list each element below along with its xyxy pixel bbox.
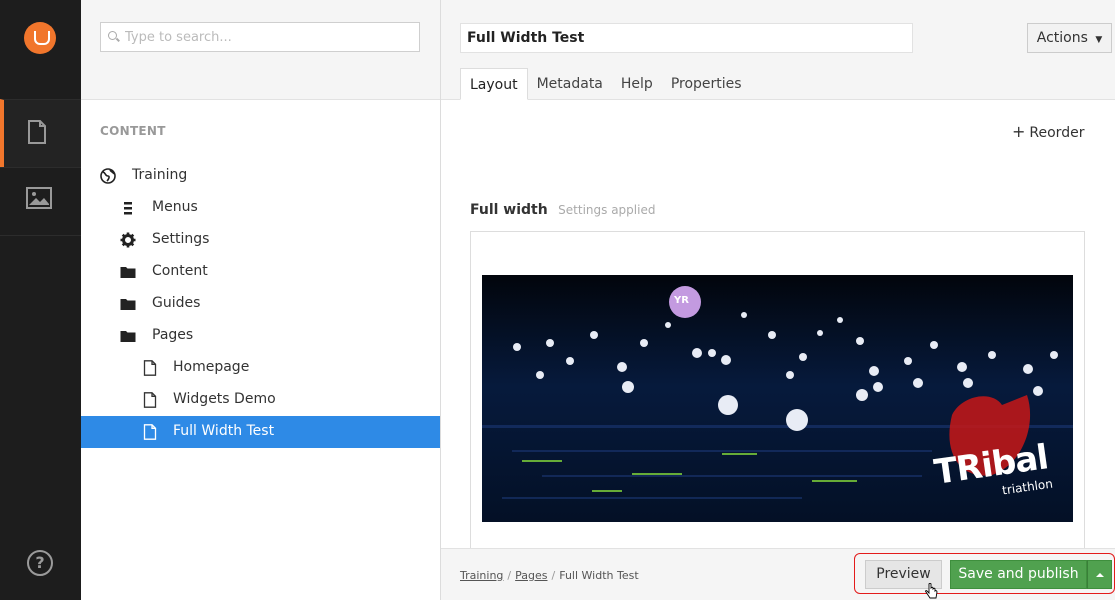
reorder-button[interactable]: + Reorder [1012,122,1084,141]
caret-down-icon: ▼ [1095,35,1103,45]
breadcrumb-pages[interactable]: Pages [515,569,547,582]
tree-node-label: Widgets Demo [173,391,276,407]
tree-node-label: Pages [152,327,194,343]
tree-node-label: Settings [152,231,210,247]
tree-node-content[interactable]: Content [81,256,440,288]
rail-media-button[interactable] [0,167,81,235]
tab-help[interactable]: Help [612,68,662,100]
tab-metadata[interactable]: Metadata [528,68,612,100]
tree-node-homepage[interactable]: Homepage [81,352,440,384]
tree-node-label: Training [132,167,188,183]
hand-cursor-icon [925,583,938,599]
editor-panel: Actions ▼ Layout Metadata Help Propertie… [441,0,1115,600]
section-label: CONTENT [100,124,166,138]
editor-header: Actions ▼ Layout Metadata Help Propertie… [441,0,1115,100]
breadcrumb-current: Full Width Test [559,569,639,582]
breadcrumb-separator: / [507,569,512,582]
full-width-row[interactable]: YR TRibal triathlon [470,231,1085,549]
folder-icon [120,299,136,310]
folder-icon [120,331,136,342]
buoy-logo: YR [674,295,689,306]
tree-node-label: Guides [152,295,201,311]
tree-node-label: Menus [152,199,198,215]
tree-node-label: Content [152,263,208,279]
section-rail: ? [0,0,81,600]
umbraco-logo-icon[interactable] [24,22,56,54]
document-icon [28,120,46,144]
page-name-input[interactable] [460,23,913,53]
image-icon [26,187,52,209]
tree-node-full-width-test[interactable]: Full Width Test [81,416,440,448]
tree-node-widgets-demo[interactable]: Widgets Demo [81,384,440,416]
tree-header [81,0,440,100]
rail-content-button[interactable] [0,99,81,167]
full-width-row-header: Full width Settings applied [470,202,655,218]
breadcrumb: Training / Pages / Full Width Test [460,569,639,582]
breadcrumb-training[interactable]: Training [460,569,503,582]
globe-icon [100,168,116,184]
tree-node-label: Homepage [173,359,250,375]
row-settings-note: Settings applied [558,203,656,217]
document-icon [143,392,157,408]
search-box[interactable] [100,22,420,52]
help-icon[interactable]: ? [27,550,53,576]
list-icon [124,202,132,215]
row-title: Full width [470,202,548,218]
editor-tabs: Layout Metadata Help Properties [460,68,751,100]
tree-node-menus[interactable]: Menus [81,192,440,224]
actions-label: Actions [1036,30,1088,46]
tab-layout[interactable]: Layout [460,68,528,100]
search-icon [108,31,117,40]
gear-icon [120,232,136,248]
tree-node-training[interactable]: Training [81,160,440,192]
tree-node-settings[interactable]: Settings [81,224,440,256]
search-input[interactable] [125,28,415,46]
reorder-label: Reorder [1029,125,1085,141]
tree-node-pages[interactable]: Pages [81,320,440,352]
breadcrumb-separator: / [551,569,556,582]
hero-image[interactable]: YR TRibal triathlon [482,275,1073,522]
tab-properties[interactable]: Properties [662,68,751,100]
editor-footer: Training / Pages / Full Width Test Preview S… [441,548,1115,600]
tree-node-guides[interactable]: Guides [81,288,440,320]
document-icon [143,424,157,440]
publish-options-caret-icon[interactable] [1087,560,1112,589]
document-icon [143,360,157,376]
content-tree-panel: CONTENT Training Menus Settings Content [81,0,441,600]
plus-icon: + [1012,122,1026,141]
rail-divider [0,235,81,236]
save-and-publish-button[interactable]: Save and publish [950,560,1087,589]
folder-icon [120,267,136,278]
actions-button[interactable]: Actions ▼ [1027,23,1112,53]
tree-node-label: Full Width Test [173,423,275,439]
